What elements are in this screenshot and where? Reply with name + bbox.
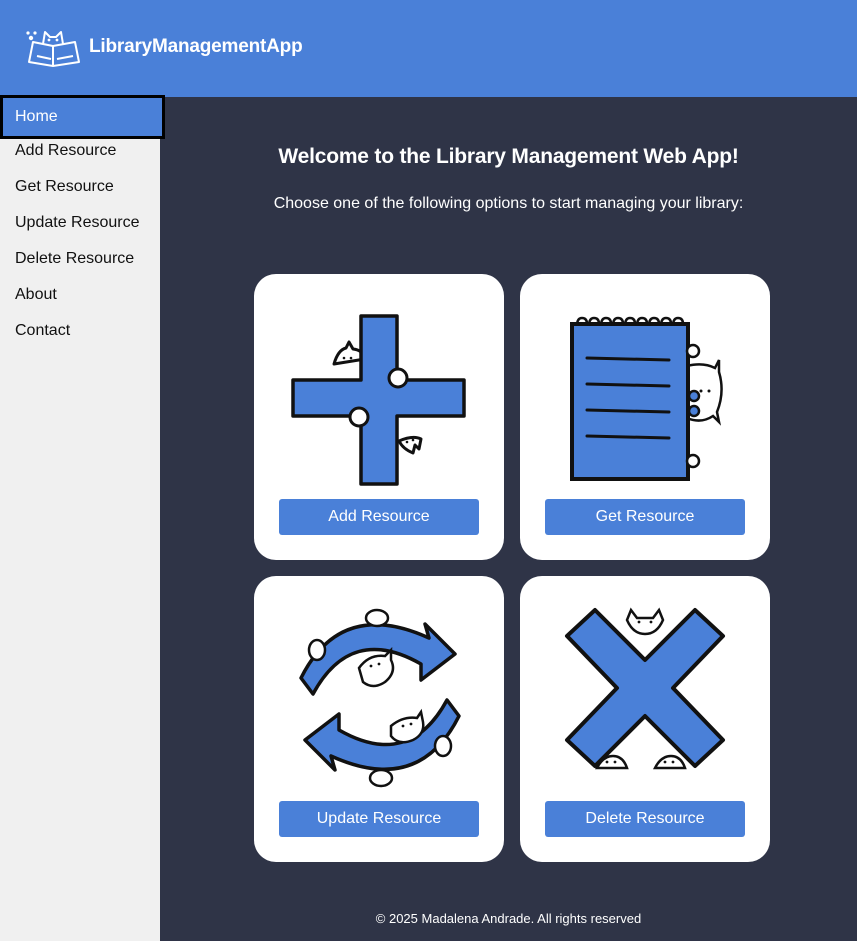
page-subtitle: Choose one of the following options to s… [273, 195, 744, 212]
add-resource-button[interactable]: Add Resource [279, 499, 479, 535]
page-title: Welcome to the Library Management Web Ap… [278, 145, 739, 168]
delete-resource-card: Delete Resource [520, 576, 770, 862]
book-cat-logo-icon[interactable] [25, 26, 83, 68]
update-resource-button[interactable]: Update Resource [279, 801, 479, 837]
plus-cat-icon [291, 314, 466, 486]
sidebar: Home Add Resource Get Resource Update Re… [0, 95, 165, 941]
get-resource-card: Get Resource [520, 274, 770, 560]
sidebar-item-about[interactable]: About [0, 277, 160, 313]
get-resource-button[interactable]: Get Resource [545, 499, 745, 535]
sidebar-item-add-resource[interactable]: Add Resource [0, 133, 160, 169]
app-title[interactable]: LibraryManagementApp [89, 36, 303, 58]
add-resource-card: Add Resource [254, 274, 504, 560]
main-content: Welcome to the Library Management Web Ap… [160, 97, 857, 941]
footer-copyright: © 2025 Madalena Andrade. All rights rese… [375, 911, 642, 926]
sidebar-item-contact[interactable]: Contact [0, 313, 160, 349]
sidebar-item-delete-resource[interactable]: Delete Resource [0, 241, 160, 277]
delete-resource-button[interactable]: Delete Resource [545, 801, 745, 837]
x-cat-icon [565, 607, 725, 770]
notepad-cat-icon [570, 316, 723, 481]
app-header: LibraryManagementApp [0, 0, 857, 97]
sidebar-item-update-resource[interactable]: Update Resource [0, 205, 160, 241]
sidebar-item-get-resource[interactable]: Get Resource [0, 169, 160, 205]
refresh-arrows-cat-icon [299, 608, 461, 788]
update-resource-card: Update Resource [254, 576, 504, 862]
